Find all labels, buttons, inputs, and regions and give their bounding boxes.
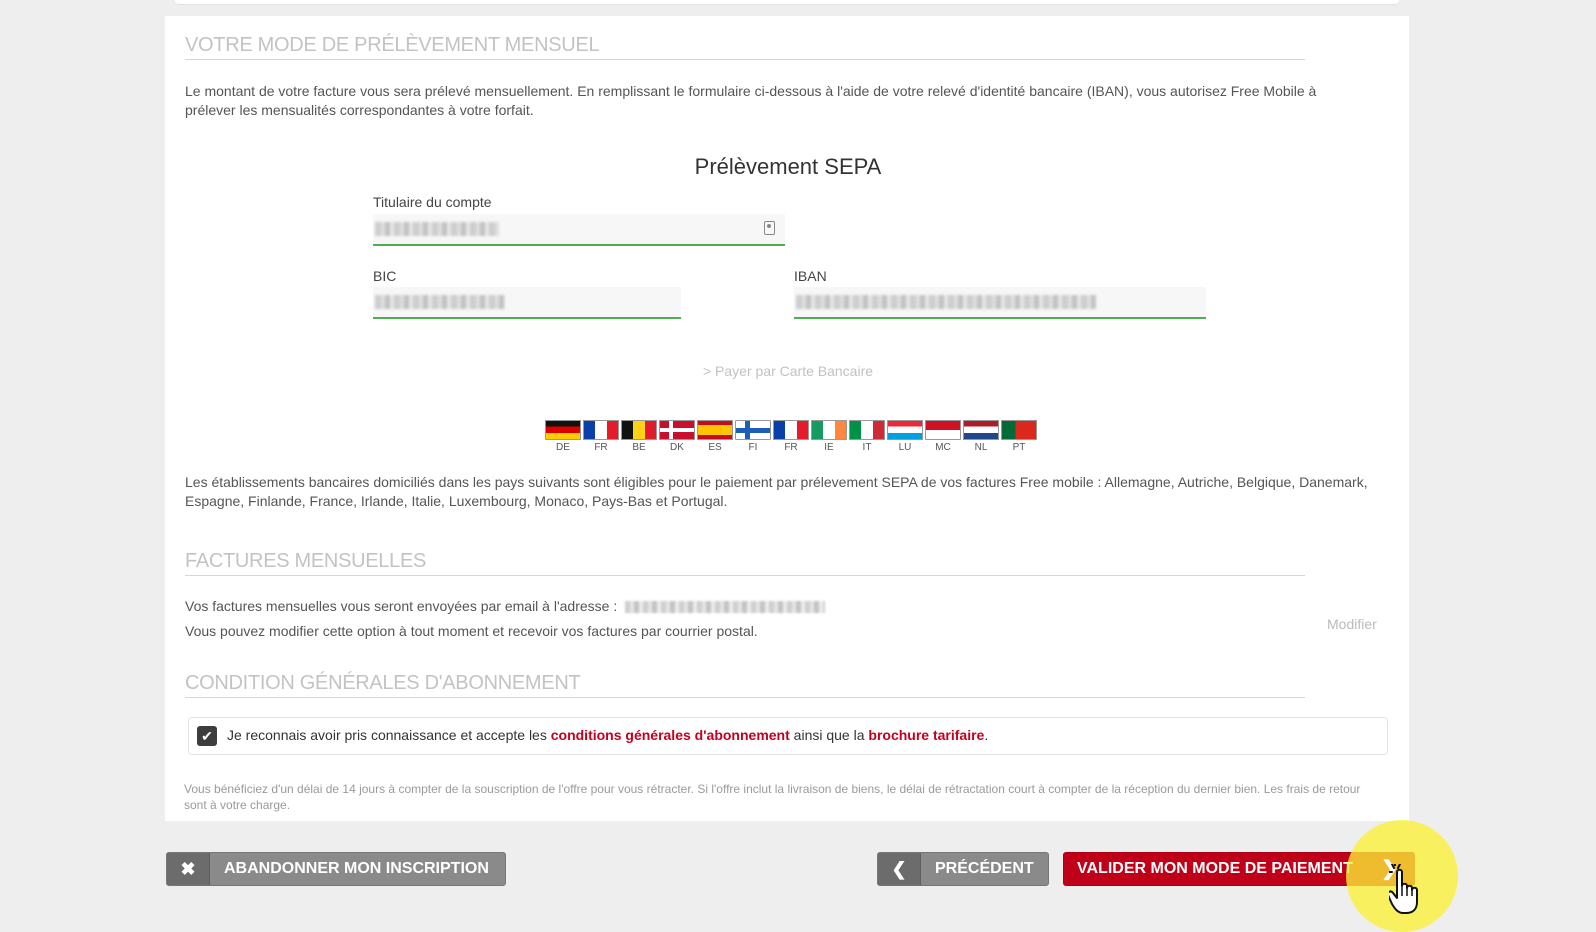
close-icon: ✖ — [167, 853, 210, 885]
cgv-conditions-link[interactable]: conditions générales d'abonnement — [551, 727, 790, 743]
iban-label: IBAN — [794, 268, 827, 284]
section-title-factures: FACTURES MENSUELLES — [185, 550, 1305, 576]
flag-fi: FI — [735, 420, 771, 460]
modify-link[interactable]: Modifier — [1327, 616, 1377, 632]
flag-mc: MC — [925, 420, 961, 460]
sepa-eligibility-text: Les établissements bancaires domiciliés … — [185, 474, 1368, 509]
retractation-note: Vous bénéficiez d'un délai de 14 jours à… — [184, 782, 1361, 812]
previous-button[interactable]: ❮ PRÉCÉDENT — [877, 852, 1049, 886]
flag-fr: FR — [583, 420, 619, 460]
chevron-left-icon: ❮ — [878, 853, 921, 885]
flag-dk: DK — [659, 420, 695, 460]
abandon-button-label: ABANDONNER MON INSCRIPTION — [224, 860, 489, 877]
factures-line-2: Vous pouvez modifier cette option à tout… — [185, 623, 758, 639]
flag-nl: NL — [963, 420, 999, 460]
flag-be: BE — [621, 420, 657, 460]
cgv-text-before: Je reconnais avoir pris connaissance et … — [227, 727, 551, 743]
contact-card-icon[interactable] — [764, 221, 775, 235]
previous-button-label: PRÉCÉDENT — [935, 860, 1034, 877]
redacted-iban-value — [796, 295, 1096, 309]
cgv-text-after: . — [984, 727, 989, 743]
bic-label: BIC — [373, 268, 397, 284]
check-icon: ✔ — [201, 728, 213, 744]
sepa-title: Prélèvement SEPA — [694, 154, 882, 179]
bic-input[interactable] — [373, 287, 681, 319]
flag-pt: PT — [1001, 420, 1037, 460]
flag-de: DE — [545, 420, 581, 460]
cgv-text-middle: ainsi que la — [789, 727, 869, 743]
flag-it: IT — [849, 420, 885, 460]
flag-lu: LU — [887, 420, 923, 460]
flag-fr-2: FR — [773, 420, 809, 460]
pay-by-card-link[interactable]: > Payer par Carte Bancaire — [600, 363, 976, 379]
hand-cursor-icon — [1389, 864, 1418, 914]
abandon-button[interactable]: ✖ ABANDONNER MON INSCRIPTION — [166, 852, 506, 886]
flag-ie: IE — [811, 420, 847, 460]
validate-button-label: VALIDER MON MODE DE PAIEMENT — [1077, 860, 1353, 877]
cgv-text: Je reconnais avoir pris connaissance et … — [227, 727, 988, 743]
factures-line-1: Vos factures mensuelles vous seront envo… — [185, 597, 1365, 616]
cgv-acceptance-box: ✔ Je reconnais avoir pris connaissance e… — [188, 717, 1388, 755]
iban-input[interactable] — [794, 287, 1206, 319]
section-title-prelevement: VOTRE MODE DE PRÉLÈVEMENT MENSUEL — [185, 34, 1305, 60]
form-card — [165, 16, 1409, 821]
factures-email-text: Vos factures mensuelles vous seront envo… — [185, 598, 618, 614]
flag-es: ES — [697, 420, 733, 460]
section-title-cgv: CONDITION GÉNÉRALES D'ABONNEMENT — [185, 672, 1305, 698]
redacted-bic-value — [375, 295, 505, 309]
cgv-brochure-link[interactable]: brochure tarifaire — [868, 727, 984, 743]
redacted-email — [625, 601, 826, 614]
holder-input[interactable] — [373, 214, 785, 246]
previous-section-edge — [175, 0, 1399, 5]
prelevement-intro: Le montant de votre facture vous sera pr… — [185, 83, 1317, 118]
holder-label: Titulaire du compte — [373, 194, 492, 210]
redacted-holder-value — [375, 222, 499, 236]
cgv-checkbox[interactable]: ✔ — [197, 726, 217, 746]
